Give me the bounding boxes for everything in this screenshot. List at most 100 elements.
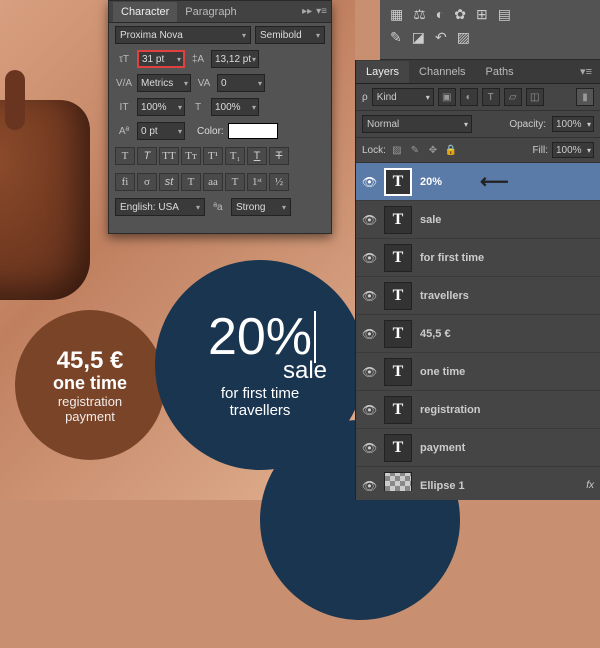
shape-icon[interactable]: ✿: [454, 6, 466, 23]
tab-layers[interactable]: Layers: [356, 61, 409, 83]
layers-panel-menu-icon[interactable]: ▾≡: [572, 65, 600, 78]
visibility-toggle[interactable]: 👁: [362, 289, 376, 303]
sale-circle[interactable]: 20% sale for first time travellers: [155, 260, 365, 470]
clone-icon[interactable]: ◪: [412, 29, 425, 46]
history-icon[interactable]: ↶: [435, 29, 447, 46]
type-layer-thumb[interactable]: T: [384, 244, 412, 272]
layer-row[interactable]: 👁 Ellipse 1 fx: [356, 467, 600, 491]
price-circle[interactable]: 45,5 € one time registration payment: [15, 310, 165, 460]
hscale-input[interactable]: 100%: [211, 98, 259, 116]
stylistic-button[interactable]: aa: [203, 173, 223, 191]
tab-channels[interactable]: Channels: [409, 61, 475, 83]
filter-smart-icon[interactable]: ◫: [526, 88, 544, 106]
panel-collapse-icon[interactable]: ▸▸: [302, 6, 312, 17]
ordinal-button[interactable]: 1ˢᵗ: [247, 173, 267, 191]
tab-paragraph[interactable]: Paragraph: [177, 2, 244, 22]
filter-pixel-icon[interactable]: ▣: [438, 88, 456, 106]
baseline-input[interactable]: 0 pt: [137, 122, 185, 140]
antialias-dropdown[interactable]: Strong: [231, 198, 291, 216]
layer-row[interactable]: 👁T20%⟵: [356, 163, 600, 201]
visibility-toggle[interactable]: 👁: [362, 479, 376, 492]
panel-menu-icon[interactable]: ▾≡: [316, 6, 327, 17]
color-icon[interactable]: ⊞: [476, 6, 488, 23]
type-layer-thumb[interactable]: T: [384, 434, 412, 462]
strike-button[interactable]: T: [269, 147, 289, 165]
layer-row[interactable]: 👁 Tsale: [356, 201, 600, 239]
type-layer-thumb[interactable]: T: [384, 206, 412, 234]
layer-row[interactable]: 👁 Ttravellers: [356, 277, 600, 315]
type-layer-thumb[interactable]: T: [384, 358, 412, 386]
smallcaps-button[interactable]: Tᴛ: [181, 147, 201, 165]
titling-button[interactable]: T: [181, 173, 201, 191]
contextual-button[interactable]: σ: [137, 173, 157, 191]
bold-button[interactable]: T: [115, 147, 135, 165]
lock-position-icon[interactable]: ✥: [426, 143, 440, 157]
blend-mode-dropdown[interactable]: Normal: [362, 115, 472, 133]
allcaps-button[interactable]: TT: [159, 147, 179, 165]
lock-all-icon[interactable]: 🔒: [444, 143, 458, 157]
lock-pixels-icon[interactable]: ✎: [408, 143, 422, 157]
ligatures-button[interactable]: fi: [115, 173, 135, 191]
layers-panel[interactable]: Layers Channels Paths ▾≡ ρ Kind ▣ ◐ T ▱ …: [355, 60, 600, 500]
type-layer-thumb[interactable]: T: [384, 282, 412, 310]
vscale-input[interactable]: 100%: [137, 98, 185, 116]
layer-name[interactable]: one time: [420, 366, 465, 378]
color-swatch[interactable]: [228, 123, 278, 139]
visibility-toggle[interactable]: 👁: [362, 327, 376, 341]
visibility-toggle[interactable]: 👁: [362, 403, 376, 417]
info-icon[interactable]: ▤: [498, 6, 511, 23]
leading-input[interactable]: 13,12 pt: [211, 50, 259, 68]
layer-name[interactable]: sale: [420, 214, 441, 226]
language-dropdown[interactable]: English: USA: [115, 198, 205, 216]
layer-name[interactable]: for first time: [420, 252, 484, 264]
adjust-icon[interactable]: ◐: [436, 6, 444, 23]
superscript-button[interactable]: T¹: [203, 147, 223, 165]
tab-paths[interactable]: Paths: [476, 61, 524, 83]
pattern-icon[interactable]: ▨: [457, 29, 470, 46]
layer-name[interactable]: Ellipse 1: [420, 480, 465, 492]
visibility-toggle[interactable]: 👁: [362, 251, 376, 265]
kerning-input[interactable]: Metrics: [137, 74, 191, 92]
font-weight-dropdown[interactable]: Semibold: [255, 26, 325, 44]
layer-name[interactable]: 45,5 €: [420, 328, 451, 340]
ordinals-button[interactable]: T: [225, 173, 245, 191]
visibility-toggle[interactable]: 👁: [362, 213, 376, 227]
fractions-button[interactable]: ½: [269, 173, 289, 191]
italic-button[interactable]: T: [137, 147, 157, 165]
opacity-input[interactable]: 100%: [552, 116, 594, 132]
lock-transparency-icon[interactable]: ▨: [390, 143, 404, 157]
font-size-input[interactable]: 31 pt: [137, 50, 185, 68]
filter-adjust-icon[interactable]: ◐: [460, 88, 478, 106]
layer-name[interactable]: registration: [420, 404, 481, 416]
layer-name[interactable]: payment: [420, 442, 465, 454]
filter-shape-icon[interactable]: ▱: [504, 88, 522, 106]
tracking-input[interactable]: 0: [217, 74, 265, 92]
layer-name[interactable]: 20%: [420, 176, 442, 188]
filter-kind-dropdown[interactable]: Kind: [372, 88, 434, 106]
fill-input[interactable]: 100%: [552, 142, 594, 158]
swatches-icon[interactable]: ▦: [390, 6, 403, 23]
filter-toggle[interactable]: ▮: [576, 88, 594, 106]
subscript-button[interactable]: T₁: [225, 147, 245, 165]
layer-row[interactable]: 👁 Tfor first time: [356, 239, 600, 277]
visibility-toggle[interactable]: 👁: [362, 365, 376, 379]
character-panel[interactable]: Character Paragraph ▸▸ ▾≡ Proxima Nova S…: [108, 0, 332, 234]
layer-row[interactable]: 👁 Tpayment: [356, 429, 600, 467]
layer-row[interactable]: 👁 T 45,5 €: [356, 315, 600, 353]
tab-character[interactable]: Character: [113, 2, 177, 22]
font-family-dropdown[interactable]: Proxima Nova: [115, 26, 251, 44]
layer-name[interactable]: travellers: [420, 290, 469, 302]
fx-badge[interactable]: fx: [586, 480, 594, 491]
brush-icon[interactable]: ✎: [390, 29, 402, 46]
layer-row[interactable]: 👁 Tregistration: [356, 391, 600, 429]
underline-button[interactable]: T: [247, 147, 267, 165]
type-layer-thumb[interactable]: T: [384, 396, 412, 424]
visibility-toggle[interactable]: 👁: [362, 441, 376, 455]
layer-row[interactable]: 👁 Tone time: [356, 353, 600, 391]
filter-type-icon[interactable]: T: [482, 88, 500, 106]
type-layer-thumb[interactable]: T: [384, 320, 412, 348]
layer-list[interactable]: 👁T20%⟵ 👁 Tsale 👁 Tfor first time 👁 Ttravellers…: [356, 163, 600, 491]
libraries-icon[interactable]: ⚖: [413, 6, 426, 23]
swash-button[interactable]: st: [159, 173, 179, 191]
shape-layer-thumb[interactable]: [384, 472, 412, 492]
